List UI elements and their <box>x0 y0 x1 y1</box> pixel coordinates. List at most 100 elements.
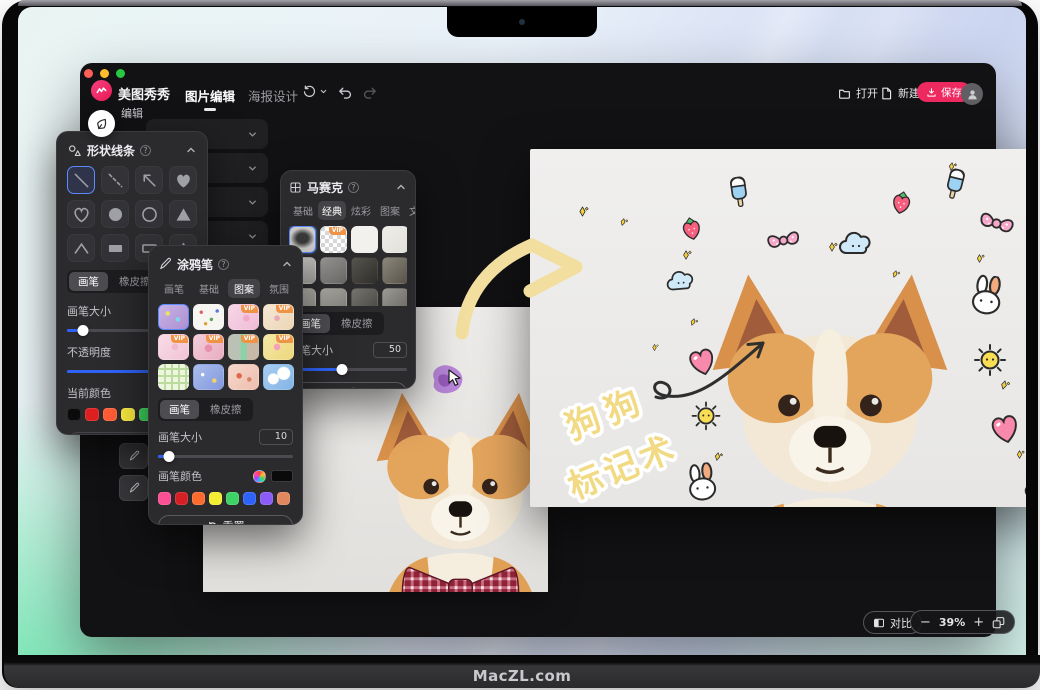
category-tab[interactable]: 图案 <box>376 201 404 220</box>
category-tab[interactable]: 画笔 <box>158 279 190 298</box>
doodle-pattern-option[interactable]: VIP <box>158 304 189 330</box>
doodle-pattern-option[interactable]: VIP <box>193 334 224 360</box>
color-swatch[interactable] <box>103 408 117 421</box>
category-tab[interactable]: 基础 <box>193 279 225 298</box>
mode-tab[interactable]: 橡皮擦 <box>332 314 382 333</box>
help-icon[interactable]: ? <box>140 145 151 156</box>
color-swatch[interactable] <box>121 408 135 421</box>
maximize-window-button[interactable] <box>116 69 125 78</box>
doodle-pattern-option[interactable]: VIP <box>263 304 294 330</box>
slider-knob[interactable] <box>77 325 88 336</box>
mode-tab[interactable]: 画笔 <box>160 400 199 419</box>
tab-poster-design[interactable]: 海报设计 <box>248 86 298 105</box>
color-swatch[interactable] <box>175 492 188 505</box>
shape-option[interactable] <box>169 166 197 194</box>
mosaic-texture-option[interactable]: VIP <box>320 288 347 306</box>
shape-option[interactable] <box>101 166 129 194</box>
history-button[interactable] <box>302 84 328 99</box>
shape-option[interactable] <box>67 166 95 194</box>
color-swatch[interactable] <box>209 492 222 505</box>
fit-screen-icon[interactable] <box>992 616 1005 629</box>
active-tool-badge <box>88 110 115 137</box>
doodle-pattern-option[interactable]: VIP <box>158 364 189 390</box>
slider-knob[interactable] <box>337 364 348 375</box>
collapse-panel-button[interactable] <box>185 144 197 156</box>
open-button[interactable]: 打开 <box>838 85 878 101</box>
doodle-pattern-option[interactable]: VIP <box>228 364 259 390</box>
category-tab[interactable]: 经典 <box>318 201 346 220</box>
doodle-pattern-option[interactable]: VIP <box>263 334 294 360</box>
doodle-pattern-option[interactable]: VIP <box>228 304 259 330</box>
close-window-button[interactable] <box>84 69 93 78</box>
color-swatch[interactable] <box>260 492 273 505</box>
color-swatch[interactable] <box>158 492 171 505</box>
color-swatch[interactable] <box>226 492 239 505</box>
mosaic-texture-option[interactable]: VIP <box>351 288 378 306</box>
mosaic-texture-option[interactable]: VIP <box>382 288 407 306</box>
zoom-in-button[interactable]: + <box>973 616 984 629</box>
mosaic-texture-option[interactable]: VIP <box>320 226 347 253</box>
mosaic-texture-option[interactable]: VIP <box>382 226 407 253</box>
current-brush-color[interactable] <box>271 470 293 482</box>
doodle-sticker <box>963 272 1010 319</box>
tab-image-edit[interactable]: 图片编辑 <box>185 86 235 105</box>
collapse-panel-button[interactable] <box>395 181 407 193</box>
category-tab[interactable]: 文字 <box>405 201 416 220</box>
category-tab[interactable]: 图案 <box>228 279 260 298</box>
help-icon[interactable]: ? <box>348 182 359 193</box>
reset-button[interactable]: 重置 <box>158 515 293 525</box>
mosaic-texture-option[interactable]: VIP <box>382 257 407 284</box>
watermark-text: MacZL.com <box>473 667 572 685</box>
mode-tab[interactable]: 橡皮擦 <box>201 400 251 419</box>
shape-option[interactable] <box>135 166 163 194</box>
category-tab[interactable]: 氛围 <box>263 279 295 298</box>
shapes-icon <box>67 143 82 158</box>
doodle-pattern-option[interactable]: VIP <box>263 364 294 390</box>
color-wheel-icon[interactable] <box>253 470 266 483</box>
doodle-sticker <box>763 220 804 261</box>
mosaic-size-value[interactable]: 50 <box>373 342 407 358</box>
doodle-pattern-option[interactable]: VIP <box>193 364 224 390</box>
mosaic-size-slider[interactable] <box>289 368 407 371</box>
mosaic-texture-option[interactable]: VIP <box>320 257 347 284</box>
laptop-chin: MacZL.com <box>4 655 1040 688</box>
doodle-pattern-option[interactable]: VIP <box>228 334 259 360</box>
zoom-out-button[interactable]: − <box>920 616 931 629</box>
mosaic-texture-option[interactable]: VIP <box>351 257 378 284</box>
slider-knob[interactable] <box>163 451 174 462</box>
brush-size-slider[interactable] <box>158 455 293 458</box>
new-button[interactable]: 新建 <box>880 85 920 101</box>
shape-option[interactable] <box>169 200 197 228</box>
color-swatch[interactable] <box>277 492 290 505</box>
redo-button[interactable] <box>362 84 379 101</box>
collapse-panel-button[interactable] <box>281 258 293 270</box>
brush-size-value[interactable]: 10 <box>259 429 293 445</box>
shape-option[interactable] <box>101 200 129 228</box>
canvas-photo-annotated[interactable]: 狗狗 标记术 <box>530 149 1026 507</box>
reset-button[interactable]: 重置 <box>289 382 407 389</box>
shape-option[interactable] <box>67 234 95 262</box>
category-tab[interactable]: 基础 <box>289 201 317 220</box>
color-swatch[interactable] <box>85 408 99 421</box>
tool-button-pen-1[interactable] <box>119 443 148 469</box>
chevron-down-icon <box>247 163 258 174</box>
reset-icon <box>329 388 340 390</box>
doodle-pattern-option[interactable]: VIP <box>158 334 189 360</box>
color-swatch[interactable] <box>243 492 256 505</box>
shape-option[interactable] <box>135 200 163 228</box>
mosaic-texture-option[interactable]: VIP <box>351 226 378 253</box>
color-swatch[interactable] <box>67 408 81 421</box>
undo-button[interactable] <box>336 84 353 101</box>
color-swatch[interactable] <box>192 492 205 505</box>
reset-button-label: 重置 <box>345 385 367 389</box>
shape-option[interactable] <box>67 200 95 228</box>
help-icon[interactable]: ? <box>218 259 229 270</box>
minimize-window-button[interactable] <box>100 69 109 78</box>
mode-tab[interactable]: 画笔 <box>69 272 108 291</box>
download-icon <box>926 87 937 98</box>
doodle-pattern-option[interactable]: VIP <box>193 304 224 330</box>
avatar[interactable] <box>961 83 983 105</box>
shape-option[interactable] <box>101 234 129 262</box>
category-tab[interactable]: 炫彩 <box>347 201 375 220</box>
tool-button-pen-2[interactable] <box>119 475 148 501</box>
